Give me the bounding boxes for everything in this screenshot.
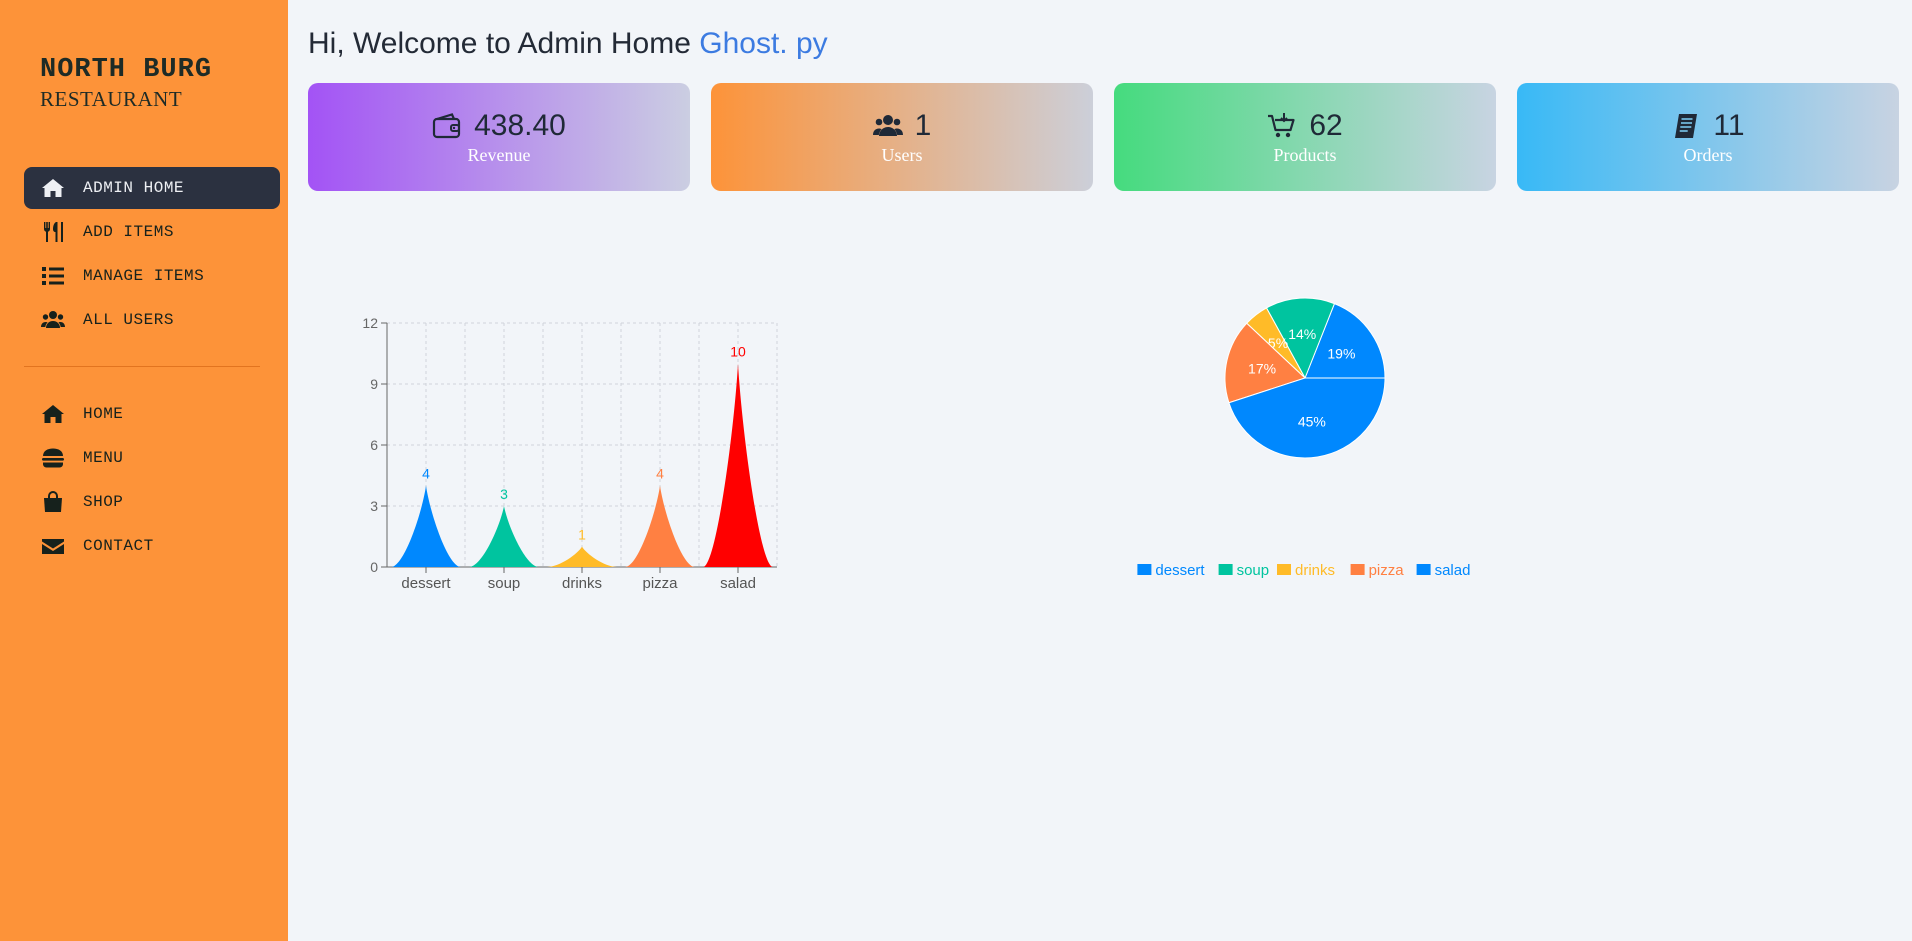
sidebar-item-add-items[interactable]: ADD ITEMS bbox=[24, 211, 280, 253]
x-tick-label: salad bbox=[720, 575, 756, 592]
y-tick-label: 0 bbox=[370, 559, 378, 575]
list-icon bbox=[40, 265, 66, 287]
shopping-bag-icon bbox=[40, 491, 66, 513]
sidebar-item-label: ADMIN HOME bbox=[83, 179, 185, 197]
page-title: Hi, Welcome to Admin Home Ghost. py bbox=[308, 27, 828, 61]
cart-icon bbox=[1267, 112, 1297, 140]
revenue-card: 438.40 Revenue bbox=[308, 83, 690, 191]
orders-card: 11 Orders bbox=[1517, 83, 1899, 191]
sidebar-divider bbox=[24, 366, 260, 367]
envelope-icon bbox=[40, 535, 66, 557]
products-card: 62 Products bbox=[1114, 83, 1496, 191]
y-tick-label: 9 bbox=[370, 376, 378, 392]
legend-item-dessert[interactable]: dessert bbox=[1137, 562, 1205, 579]
users-icon bbox=[40, 309, 66, 331]
x-tick-label: drinks bbox=[562, 575, 602, 592]
legend-swatch bbox=[1277, 564, 1291, 575]
y-tick-label: 12 bbox=[362, 315, 378, 331]
bar-value-label: 4 bbox=[656, 466, 664, 482]
legend-swatch bbox=[1137, 564, 1152, 575]
sidebar-item-admin-home[interactable]: ADMIN HOME bbox=[24, 167, 280, 209]
legend-swatch bbox=[1416, 564, 1431, 575]
sidebar-item-label: ALL USERS bbox=[83, 311, 174, 329]
pie-percent-label: 45% bbox=[1298, 413, 1326, 429]
bar-value-label: 10 bbox=[730, 344, 746, 360]
brand-subtitle: RESTAURANT bbox=[40, 87, 183, 111]
legend-item-soup[interactable]: soup bbox=[1218, 562, 1270, 579]
utensils-icon bbox=[40, 221, 66, 243]
legend-label: soup bbox=[1237, 562, 1270, 579]
bar-value-label: 4 bbox=[422, 466, 430, 482]
bar-salad[interactable] bbox=[703, 363, 773, 567]
brand-name: NORTH BURG bbox=[40, 55, 213, 85]
wallet-icon bbox=[432, 112, 462, 140]
users-label: Users bbox=[881, 144, 923, 165]
x-tick-label: pizza bbox=[642, 575, 678, 592]
products-value: 62 bbox=[1309, 108, 1343, 142]
bar-dessert[interactable] bbox=[391, 485, 461, 567]
legend-label: pizza bbox=[1369, 562, 1405, 579]
bar-value-label: 1 bbox=[578, 527, 586, 543]
pie-percent-label: 19% bbox=[1327, 345, 1355, 361]
sidebar-item-label: MANAGE ITEMS bbox=[83, 267, 205, 285]
sidebar-item-menu[interactable]: MENU bbox=[24, 437, 280, 479]
home-icon bbox=[40, 177, 66, 199]
home-icon bbox=[40, 403, 66, 425]
y-tick-label: 3 bbox=[370, 498, 378, 514]
greeting-text: Hi, Welcome to Admin Home bbox=[308, 27, 691, 60]
legend-swatch bbox=[1350, 564, 1365, 575]
sidebar-item-home[interactable]: HOME bbox=[24, 393, 280, 435]
users-value: 1 bbox=[914, 108, 932, 142]
legend-label: salad bbox=[1435, 562, 1471, 579]
sidebar-item-contact[interactable]: CONTACT bbox=[24, 525, 280, 567]
chart-legend: dessert soup drinks pizza salad bbox=[1137, 562, 1470, 579]
receipt-icon bbox=[1671, 112, 1701, 140]
pie-percent-label: 14% bbox=[1288, 326, 1316, 342]
users-icon bbox=[872, 112, 903, 140]
bar-drinks[interactable] bbox=[547, 546, 617, 567]
admin-nav: ADMIN HOME ADD ITEMS MANAGE ITEMS ALL US… bbox=[24, 167, 280, 343]
legend-item-pizza[interactable]: pizza bbox=[1350, 562, 1405, 579]
legend-item-drinks[interactable]: drinks bbox=[1277, 562, 1335, 579]
sidebar-item-manage-items[interactable]: MANAGE ITEMS bbox=[24, 255, 280, 297]
sidebar-item-label: MENU bbox=[83, 449, 124, 467]
sidebar-item-label: CONTACT bbox=[83, 537, 154, 555]
y-tick-label: 6 bbox=[370, 437, 378, 453]
products-label: Products bbox=[1273, 144, 1337, 165]
sidebar-item-shop[interactable]: SHOP bbox=[24, 481, 280, 523]
burger-icon bbox=[40, 447, 66, 469]
revenue-value: 438.40 bbox=[474, 108, 566, 142]
admin-name: Ghost. py bbox=[699, 27, 828, 60]
legend-item-salad[interactable]: salad bbox=[1416, 562, 1471, 579]
users-card: 1 Users bbox=[711, 83, 1093, 191]
sidebar-item-label: SHOP bbox=[83, 493, 124, 511]
sidebar-item-label: ADD ITEMS bbox=[83, 223, 174, 241]
bar-pizza[interactable] bbox=[625, 485, 695, 567]
bar-soup[interactable] bbox=[469, 506, 539, 567]
sidebar: NORTH BURG RESTAURANT ADMIN HOME ADD ITE… bbox=[0, 0, 288, 941]
category-bar-chart: 0 3 6 9 12 4 dessert 3 soup 1 drinks 4 pizza 10 salad bbox=[362, 315, 778, 592]
x-tick-label: dessert bbox=[401, 575, 451, 592]
brand-logo[interactable]: NORTH BURG RESTAURANT bbox=[40, 55, 212, 112]
site-nav: HOME MENU SHOP CONTACT bbox=[24, 393, 280, 569]
sidebar-item-label: HOME bbox=[83, 405, 124, 423]
bar-value-label: 3 bbox=[500, 486, 508, 502]
pie-percent-label: 17% bbox=[1248, 360, 1276, 376]
revenue-label: Revenue bbox=[467, 144, 531, 165]
orders-label: Orders bbox=[1683, 144, 1733, 165]
legend-label: drinks bbox=[1295, 562, 1335, 579]
sidebar-item-all-users[interactable]: ALL USERS bbox=[24, 299, 280, 341]
x-tick-label: soup bbox=[488, 575, 521, 592]
category-pie-chart: 19%14%5%17%45%dessert soup drinks pizza sala… bbox=[1137, 297, 1470, 579]
legend-label: dessert bbox=[1155, 562, 1205, 579]
orders-value: 11 bbox=[1713, 108, 1745, 142]
legend-swatch bbox=[1218, 564, 1233, 575]
